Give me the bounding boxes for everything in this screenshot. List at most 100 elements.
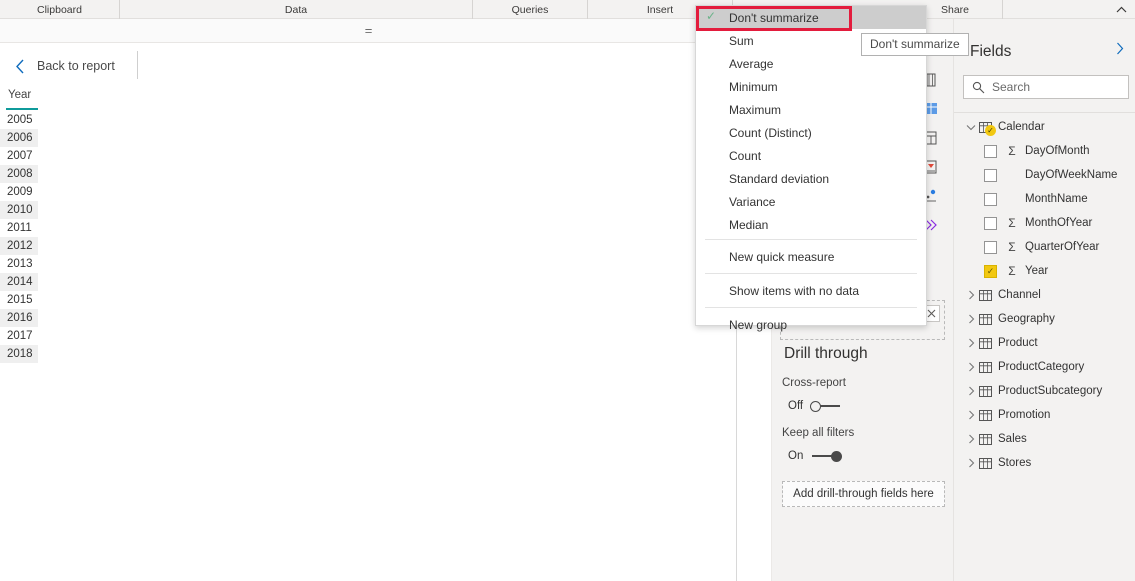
table-node-geography[interactable]: Geography <box>954 307 1135 331</box>
table-node-product[interactable]: Product <box>954 331 1135 355</box>
chevron-right-icon[interactable] <box>964 362 978 372</box>
table-node-stores[interactable]: Stores <box>954 451 1135 475</box>
grid-cell-year[interactable]: 2016 <box>0 309 38 327</box>
table-icon <box>978 456 992 470</box>
table-row[interactable]: 2018 <box>0 345 737 363</box>
table-row[interactable]: 2007 <box>0 147 737 165</box>
field-checkbox[interactable] <box>984 217 997 230</box>
field-checkbox[interactable]: ✓ <box>984 265 997 278</box>
table-node-calendar[interactable]: ✓Calendar <box>954 115 1135 139</box>
table-icon: ✓ <box>978 120 992 134</box>
menu-item-maximum[interactable]: Maximum <box>696 98 926 121</box>
back-to-report-row[interactable]: Back to report <box>0 51 737 81</box>
formula-bar[interactable] <box>0 19 737 43</box>
menu-item-count-distinct[interactable]: Count (Distinct) <box>696 121 926 144</box>
menu-item-variance[interactable]: Variance <box>696 190 926 213</box>
keep-all-filters-switch[interactable] <box>810 449 842 463</box>
field-checkbox[interactable] <box>984 193 997 206</box>
menu-item-don-t-summarize[interactable]: ✓Don't summarize <box>696 6 926 29</box>
table-row[interactable]: 2016 <box>0 309 737 327</box>
table-row[interactable]: 2011 <box>0 219 737 237</box>
table-node-productsubcategory[interactable]: ProductSubcategory <box>954 379 1135 403</box>
chevron-up-icon[interactable] <box>1113 1 1129 17</box>
ribbon-tab-queries[interactable]: Queries <box>473 0 588 19</box>
grid-cell-year[interactable]: 2014 <box>0 273 38 291</box>
search-input[interactable]: Search <box>963 75 1129 99</box>
table-label: Geography <box>998 313 1055 325</box>
ribbon-tab-data[interactable]: Data <box>120 0 473 19</box>
grid-cell-year[interactable]: 2010 <box>0 201 38 219</box>
grid-cell-year[interactable]: 2011 <box>0 219 38 237</box>
chevron-right-icon[interactable] <box>964 410 978 420</box>
keep-all-filters-toggle-row[interactable]: On <box>772 449 953 463</box>
grid-cell-year[interactable]: 2015 <box>0 291 38 309</box>
table-row[interactable]: 2006 <box>0 129 737 147</box>
chevron-right-icon[interactable] <box>964 290 978 300</box>
chevron-down-icon[interactable] <box>964 124 978 131</box>
field-label: QuarterOfYear <box>1025 241 1099 253</box>
table-node-promotion[interactable]: Promotion <box>954 403 1135 427</box>
table-row[interactable]: 2013 <box>0 255 737 273</box>
cross-report-switch[interactable] <box>810 399 842 413</box>
back-to-report-label[interactable]: Back to report <box>37 59 115 73</box>
cross-report-label: Cross-report <box>772 377 953 389</box>
ribbon-tab-clipboard[interactable]: Clipboard <box>0 0 120 19</box>
grid-cell-year[interactable]: 2018 <box>0 345 38 363</box>
chevron-left-icon[interactable] <box>11 57 29 75</box>
grid-cell-year[interactable]: 2006 <box>0 129 38 147</box>
field-checkbox[interactable] <box>984 241 997 254</box>
field-node-dayofweekname[interactable]: ΣDayOfWeekName <box>954 163 1135 187</box>
grid-cell-year[interactable]: 2013 <box>0 255 38 273</box>
field-node-monthname[interactable]: ΣMonthName <box>954 187 1135 211</box>
field-node-monthofyear[interactable]: ΣMonthOfYear <box>954 211 1135 235</box>
table-icon <box>978 312 992 326</box>
table-node-productcategory[interactable]: ProductCategory <box>954 355 1135 379</box>
table-label: Promotion <box>998 409 1050 421</box>
menu-item-show-items-with-no-data[interactable]: Show items with no data <box>696 277 926 304</box>
table-row[interactable]: 2012 <box>0 237 737 255</box>
tooltip-text: Don't summarize <box>870 37 960 51</box>
table-row[interactable]: 2015 <box>0 291 737 309</box>
menu-item-count[interactable]: Count <box>696 144 926 167</box>
grid-cell-year[interactable]: 2007 <box>0 147 38 165</box>
chevron-right-icon[interactable] <box>964 338 978 348</box>
field-node-quarterofyear[interactable]: ΣQuarterOfYear <box>954 235 1135 259</box>
table-row[interactable]: 2005 <box>0 111 737 129</box>
menu-item-new-group[interactable]: New group <box>696 311 926 338</box>
table-row[interactable]: 2010 <box>0 201 737 219</box>
table-node-channel[interactable]: Channel <box>954 283 1135 307</box>
table-row[interactable]: 2017 <box>0 327 737 345</box>
menu-item-label: Standard deviation <box>729 172 829 186</box>
table-node-sales[interactable]: Sales <box>954 427 1135 451</box>
chevron-right-icon[interactable] <box>964 314 978 324</box>
field-checkbox[interactable] <box>984 145 997 158</box>
menu-item-new-quick-measure[interactable]: New quick measure <box>696 243 926 270</box>
chevron-right-icon[interactable] <box>964 386 978 396</box>
chevron-right-icon[interactable] <box>964 434 978 444</box>
grid-cell-year[interactable]: 2008 <box>0 165 38 183</box>
grid-cell-year[interactable]: 2017 <box>0 327 38 345</box>
chevron-right-icon[interactable] <box>1116 42 1124 58</box>
column-header-year[interactable]: Year <box>8 89 31 101</box>
menu-item-label: New quick measure <box>729 250 834 264</box>
table-label: Channel <box>998 289 1041 301</box>
menu-item-label: Minimum <box>729 80 778 94</box>
table-row[interactable]: 2014 <box>0 273 737 291</box>
menu-item-label: Show items with no data <box>729 284 859 298</box>
table-row[interactable]: 2008 <box>0 165 737 183</box>
grid-cell-year[interactable]: 2005 <box>0 111 38 129</box>
menu-item-minimum[interactable]: Minimum <box>696 75 926 98</box>
menu-item-median[interactable]: Median <box>696 213 926 236</box>
table-row[interactable]: 2009 <box>0 183 737 201</box>
table-label: Sales <box>998 433 1027 445</box>
field-checkbox[interactable] <box>984 169 997 182</box>
column-header-row[interactable]: Year <box>0 89 737 109</box>
chevron-right-icon[interactable] <box>964 458 978 468</box>
field-node-year[interactable]: ✓ΣYear <box>954 259 1135 283</box>
menu-item-standard-deviation[interactable]: Standard deviation <box>696 167 926 190</box>
grid-cell-year[interactable]: 2012 <box>0 237 38 255</box>
cross-report-toggle-row[interactable]: Off <box>772 399 953 413</box>
field-node-dayofmonth[interactable]: ΣDayOfMonth <box>954 139 1135 163</box>
drill-through-dropzone[interactable]: Add drill-through fields here <box>782 481 945 507</box>
grid-cell-year[interactable]: 2009 <box>0 183 38 201</box>
